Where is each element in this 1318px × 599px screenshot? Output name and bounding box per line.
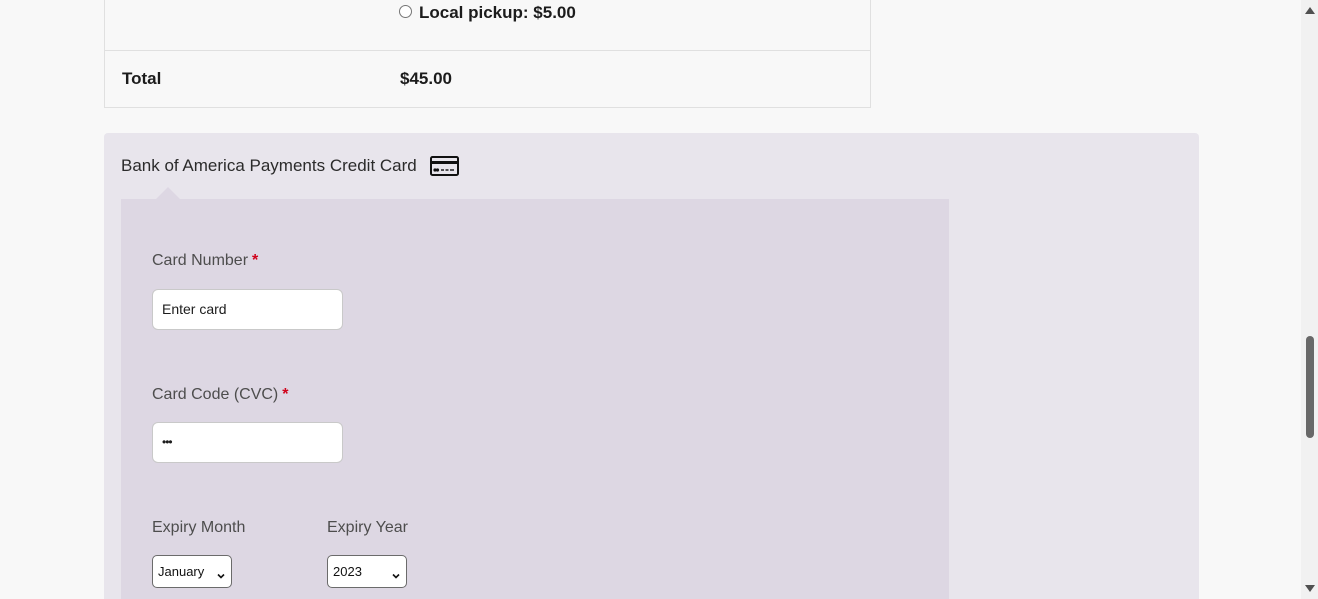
expiry-month-label: Expiry Month — [152, 519, 246, 536]
local-pickup-radio[interactable] — [399, 5, 412, 18]
page-scrollbar[interactable] — [1301, 0, 1318, 599]
card-code-input[interactable]: ••• — [152, 422, 343, 463]
payment-method-label[interactable]: Bank of America Payments Credit Card — [121, 156, 417, 176]
expiry-year-value: 2023 — [333, 564, 362, 579]
expiry-year-label: Expiry Year — [327, 519, 408, 536]
payment-method-title[interactable]: Bank of America Payments Credit Card — [121, 156, 459, 176]
shipping-option-label[interactable]: Local pickup: $5.00 — [419, 4, 576, 21]
shipping-option[interactable]: Local pickup: $5.00 — [399, 4, 576, 21]
credit-card-icon — [429, 156, 459, 176]
card-number-label-text: Card Number — [152, 252, 249, 269]
total-label: Total — [122, 69, 162, 88]
total-value: $45.00 — [400, 69, 452, 88]
card-code-label-text: Card Code (CVC) — [152, 386, 279, 403]
order-totals-table: Local pickup: $5.00 Total $45.00 — [104, 0, 871, 108]
card-number-input[interactable]: Enter card — [152, 289, 343, 330]
scroll-up-arrow-icon[interactable] — [1305, 7, 1315, 14]
shipping-row: Local pickup: $5.00 — [105, 0, 870, 51]
payment-box-pointer — [156, 187, 180, 199]
expiry-year-select[interactable]: 2023 — [327, 555, 407, 588]
payment-fields-panel: Card Number * Enter card Card Code (CVC) *… — [121, 199, 949, 599]
total-row: Total $45.00 — [105, 51, 870, 107]
expiry-month-select[interactable]: January — [152, 555, 232, 588]
required-mark: * — [252, 252, 259, 269]
payment-method-box: Bank of America Payments Credit Card Car… — [104, 133, 1199, 599]
required-mark: * — [282, 386, 289, 403]
card-number-label: Card Number * — [152, 252, 258, 270]
card-code-label: Card Code (CVC) * — [152, 386, 289, 404]
checkout-page: Local pickup: $5.00 Total $45.00 Bank of… — [0, 0, 1318, 599]
scrollbar-thumb[interactable] — [1306, 336, 1314, 438]
expiry-month-value: January — [158, 564, 205, 579]
chevron-down-icon — [217, 568, 225, 579]
chevron-down-icon — [392, 568, 400, 579]
scroll-down-arrow-icon[interactable] — [1305, 585, 1315, 592]
